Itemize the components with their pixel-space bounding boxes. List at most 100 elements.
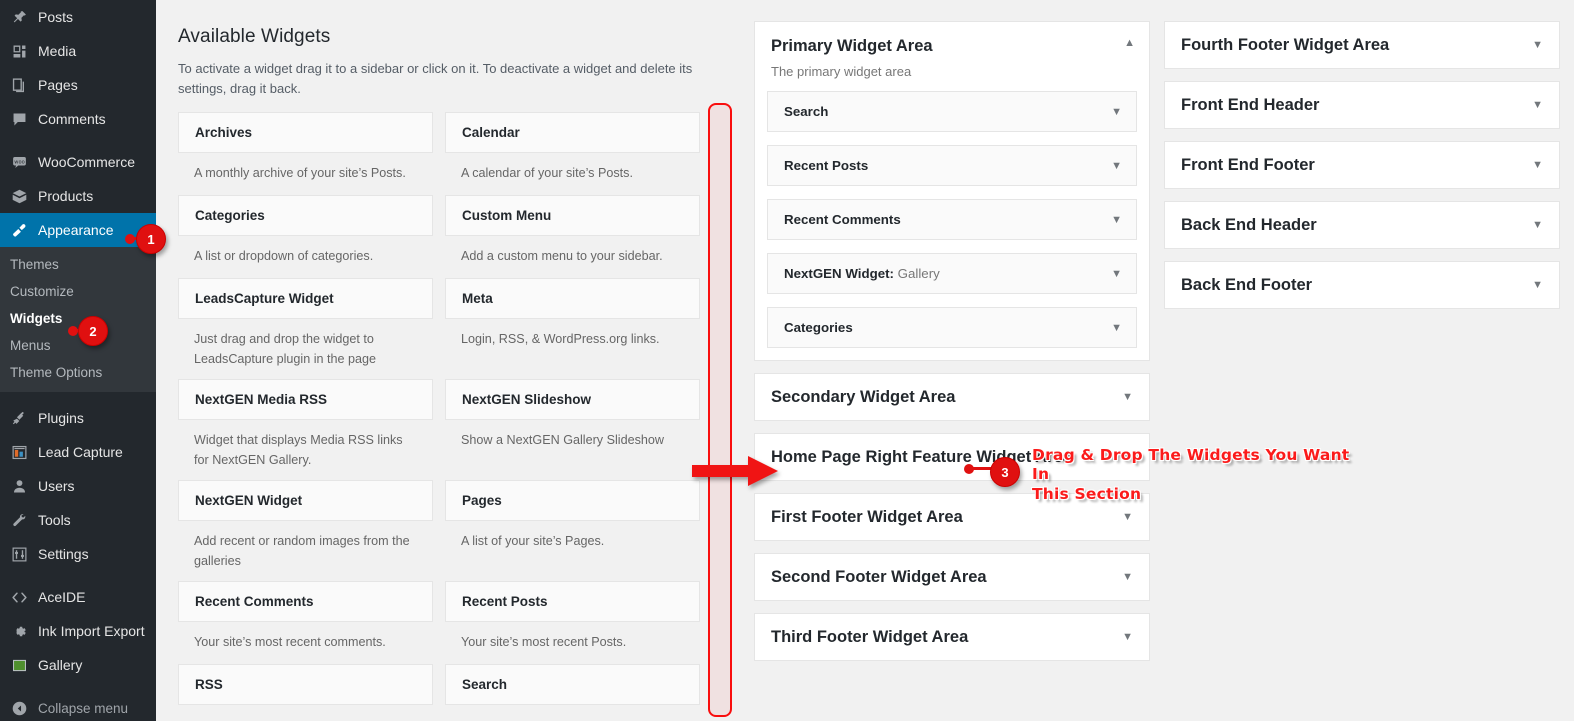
widget-title[interactable]: Pages <box>445 480 700 522</box>
widget-area-secondary[interactable]: Secondary Widget Area ▼ <box>754 373 1150 422</box>
chevron-down-icon[interactable]: ▼ <box>1122 571 1133 583</box>
sidebar-item-tools[interactable]: Tools <box>0 503 156 537</box>
assigned-widget-label-group: NextGEN Widget: Gallery <box>784 266 940 281</box>
widget-area-title: Third Footer Widget Area <box>771 627 969 646</box>
sidebar-item-lead-capture[interactable]: Lead Capture <box>0 435 156 469</box>
available-widget[interactable]: Recent Posts Your site’s most recent Pos… <box>445 581 700 664</box>
assigned-widget-label: Search <box>784 104 829 120</box>
available-widget[interactable]: Meta Login, RSS, & WordPress.org links. <box>445 278 700 379</box>
widget-area-back-end-footer[interactable]: Back End Footer ▼ <box>1164 261 1560 309</box>
code-brackets-icon <box>9 587 29 607</box>
assigned-widget-label: Recent Posts <box>784 158 869 174</box>
widget-title[interactable]: Recent Comments <box>178 581 433 623</box>
chevron-down-icon[interactable]: ▼ <box>1532 99 1543 111</box>
available-widget[interactable]: Categories A list or dropdown of categor… <box>178 195 433 278</box>
widget-title[interactable]: LeadsCapture Widget <box>178 278 433 319</box>
sidebar-separator <box>0 392 156 401</box>
available-widget[interactable]: Custom Menu Add a custom menu to your si… <box>445 195 700 278</box>
widget-title[interactable]: Search <box>445 664 700 706</box>
annotation-badge-3: 3 <box>990 457 1020 487</box>
widget-area-front-end-header[interactable]: Front End Header ▼ <box>1164 81 1560 129</box>
widget-area-fourth-footer[interactable]: Fourth Footer Widget Area ▼ <box>1164 21 1560 69</box>
assigned-widget[interactable]: Recent Posts ▼ <box>767 145 1137 187</box>
widget-title[interactable]: RSS <box>178 664 433 706</box>
assigned-widget[interactable]: Search ▼ <box>767 91 1137 133</box>
available-widget[interactable]: NextGEN Widget Add recent or random imag… <box>178 480 433 581</box>
available-widget[interactable]: NextGEN Media RSS Widget that displays M… <box>178 379 433 480</box>
widget-area-second-footer[interactable]: Second Footer Widget Area ▼ <box>754 553 1150 602</box>
assigned-widget[interactable]: NextGEN Widget: Gallery ▼ <box>767 253 1137 295</box>
widget-title[interactable]: Custom Menu <box>445 195 700 236</box>
widget-title[interactable]: Meta <box>445 278 700 319</box>
sidebar-item-gallery[interactable]: Gallery <box>0 648 156 682</box>
chevron-down-icon[interactable]: ▼ <box>1111 322 1122 334</box>
widget-area-back-end-header[interactable]: Back End Header ▼ <box>1164 201 1560 249</box>
widget-area-header[interactable]: Primary Widget Area The primary widget a… <box>755 22 1149 79</box>
available-widget[interactable]: Search <box>445 664 700 706</box>
sidebar-item-products[interactable]: Products <box>0 179 156 213</box>
annotation-badge-2: 2 <box>78 316 108 346</box>
widget-title[interactable]: Calendar <box>445 112 700 153</box>
widget-area-third-footer[interactable]: Third Footer Widget Area ▼ <box>754 613 1150 662</box>
chevron-down-icon[interactable]: ▼ <box>1111 268 1122 280</box>
sidebar-item-woocommerce[interactable]: woo WooCommerce <box>0 145 156 179</box>
chevron-down-icon[interactable]: ▼ <box>1532 279 1543 291</box>
submenu-label: Theme Options <box>10 365 103 380</box>
sidebar-item-label: Posts <box>38 9 74 25</box>
sidebar-item-plugins[interactable]: Plugins <box>0 401 156 435</box>
chevron-down-icon[interactable]: ▼ <box>1532 159 1543 171</box>
widget-title[interactable]: NextGEN Media RSS <box>178 379 433 421</box>
sidebar-item-customize[interactable]: Customize <box>0 278 156 305</box>
widget-description: Your site’s most recent Posts. <box>461 635 627 650</box>
sidebar-item-label: Products <box>38 188 94 204</box>
widget-area-title: Secondary Widget Area <box>771 387 956 406</box>
widget-title[interactable]: NextGEN Widget <box>178 480 433 522</box>
chevron-up-icon[interactable]: ▲ <box>1124 38 1135 49</box>
widget-area-front-end-footer[interactable]: Front End Footer ▼ <box>1164 141 1560 189</box>
submenu-label: Menus <box>10 338 51 353</box>
sidebar-item-settings[interactable]: Settings <box>0 537 156 571</box>
widget-description: Add a custom menu to your sidebar. <box>461 249 663 263</box>
plug-icon <box>9 408 29 428</box>
sidebar-item-ink-import-export[interactable]: Ink Import Export <box>0 614 156 648</box>
sidebar-item-users[interactable]: Users <box>0 469 156 503</box>
available-widget[interactable]: Archives A monthly archive of your site’… <box>178 112 433 195</box>
available-widget[interactable]: Recent Comments Your site’s most recent … <box>178 581 433 664</box>
available-widget[interactable]: NextGEN Slideshow Show a NextGEN Gallery… <box>445 379 700 480</box>
available-widget[interactable]: LeadsCapture Widget Just drag and drop t… <box>178 278 433 379</box>
available-widget[interactable]: Calendar A calendar of your site’s Posts… <box>445 112 700 195</box>
sidebar-item-pages[interactable]: Pages <box>0 68 156 102</box>
widget-description: A monthly archive of your site’s Posts. <box>194 166 406 180</box>
collapse-menu-label: Collapse menu <box>38 700 129 716</box>
assigned-widget-label: Recent Comments <box>784 212 901 228</box>
submenu-label: Customize <box>10 284 74 299</box>
chevron-down-icon[interactable]: ▼ <box>1532 39 1543 51</box>
user-icon <box>9 476 29 496</box>
chevron-down-icon[interactable]: ▼ <box>1532 219 1543 231</box>
sidebar-item-aceide[interactable]: AceIDE <box>0 580 156 614</box>
chevron-down-icon[interactable]: ▼ <box>1122 631 1133 643</box>
widget-title[interactable]: NextGEN Slideshow <box>445 379 700 421</box>
assigned-widget[interactable]: Categories ▼ <box>767 307 1137 349</box>
widget-title[interactable]: Archives <box>178 112 433 153</box>
sidebar-item-posts[interactable]: Posts <box>0 0 156 34</box>
chevron-down-icon[interactable]: ▼ <box>1111 106 1122 118</box>
sidebar-item-comments[interactable]: Comments <box>0 102 156 136</box>
collapse-menu-button[interactable]: Collapse menu <box>0 691 156 721</box>
available-widget[interactable]: Pages A list of your site’s Pages. <box>445 480 700 581</box>
chevron-down-icon[interactable]: ▼ <box>1111 214 1122 226</box>
sidebar-item-themes[interactable]: Themes <box>0 251 156 278</box>
chevron-down-icon[interactable]: ▼ <box>1111 160 1122 172</box>
assigned-widget[interactable]: Recent Comments ▼ <box>767 199 1137 241</box>
chevron-down-icon[interactable]: ▼ <box>1122 391 1133 403</box>
widget-title[interactable]: Recent Posts <box>445 581 700 623</box>
gear-icon <box>9 621 29 641</box>
available-widget[interactable]: RSS <box>178 664 433 706</box>
sidebar-item-label: Comments <box>38 111 106 127</box>
woocommerce-icon: woo <box>9 152 29 172</box>
sidebar-item-theme-options[interactable]: Theme Options <box>0 359 156 386</box>
widget-title[interactable]: Categories <box>178 195 433 236</box>
chevron-down-icon[interactable]: ▼ <box>1122 511 1133 523</box>
lead-capture-icon <box>9 442 29 462</box>
sidebar-item-media[interactable]: Media <box>0 34 156 68</box>
